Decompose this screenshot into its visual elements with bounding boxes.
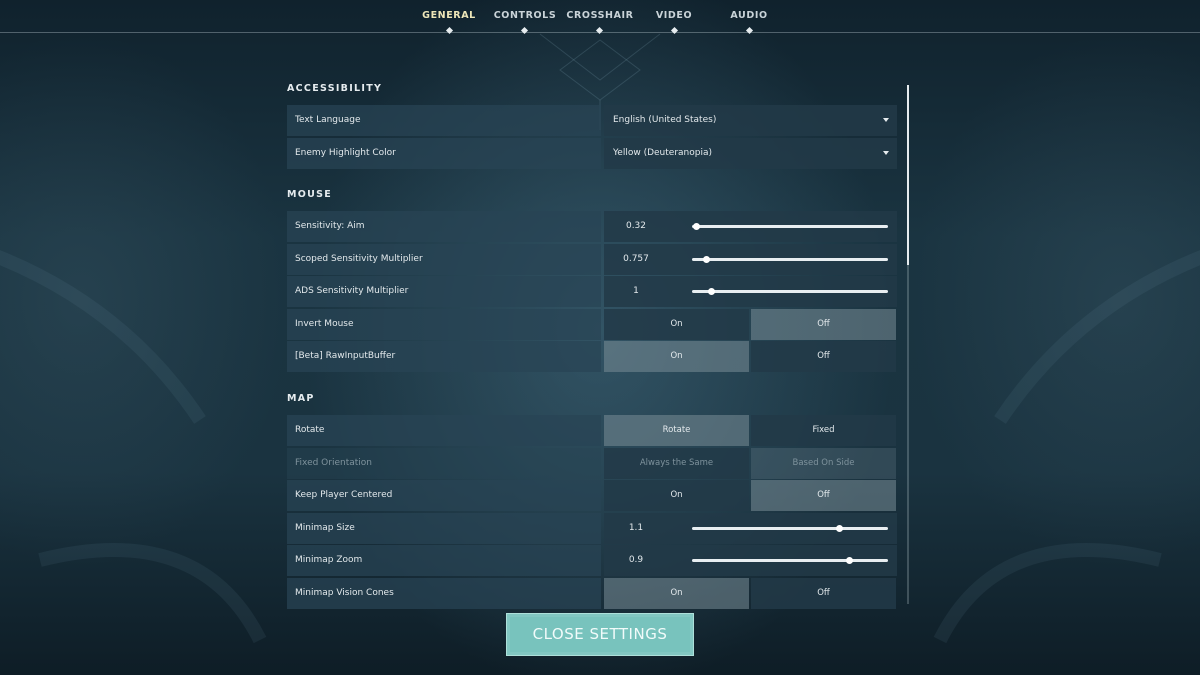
setting-row-text-language: Text Language English (United States) xyxy=(287,105,897,136)
invert-mouse-off-button[interactable]: Off xyxy=(751,309,896,340)
setting-row-sensitivity-aim: Sensitivity: Aim 0.32 xyxy=(287,211,897,242)
section-title-mouse: MOUSE xyxy=(287,189,333,200)
setting-row-raw-input-buffer: [Beta] RawInputBuffer On Off xyxy=(287,341,897,372)
setting-row-enemy-highlight-color: Enemy Highlight Color Yellow (Deuteranop… xyxy=(287,138,897,169)
setting-label: ADS Sensitivity Multiplier xyxy=(287,276,601,307)
setting-label: Minimap Vision Cones xyxy=(287,578,601,609)
ads-sensitivity-value[interactable]: 1 xyxy=(604,276,668,307)
keep-centered-off-button[interactable]: Off xyxy=(751,480,896,511)
setting-label: Fixed Orientation xyxy=(287,448,601,479)
setting-row-keep-player-centered: Keep Player Centered On Off xyxy=(287,480,897,511)
dropdown-value: English (United States) xyxy=(613,115,717,125)
keep-centered-on-button[interactable]: On xyxy=(604,480,749,511)
slider-thumb[interactable] xyxy=(692,223,700,230)
dropdown-value: Yellow (Deuteranopia) xyxy=(613,148,712,158)
setting-row-minimap-size: Minimap Size 1.1 xyxy=(287,513,897,544)
setting-label: [Beta] RawInputBuffer xyxy=(287,341,601,372)
section-title-accessibility: ACCESSIBILITY xyxy=(287,83,383,94)
scrollbar-thumb[interactable] xyxy=(907,85,909,265)
minimap-size-value[interactable]: 1.1 xyxy=(604,513,668,544)
vision-cones-off-button[interactable]: Off xyxy=(751,578,896,609)
setting-label: Minimap Zoom xyxy=(287,545,601,576)
settings-tab-bar: GENERAL CONTROLS CROSSHAIR VIDEO AUDIO xyxy=(0,0,1200,35)
scoped-sensitivity-value[interactable]: 0.757 xyxy=(604,244,668,275)
ads-sensitivity-slider[interactable] xyxy=(692,288,888,295)
setting-label: Sensitivity: Aim xyxy=(287,211,601,242)
invert-mouse-on-button[interactable]: On xyxy=(604,309,749,340)
setting-label: Text Language xyxy=(287,105,601,136)
setting-label: Minimap Size xyxy=(287,513,601,544)
fixed-orientation-always-same-button[interactable]: Always the Same xyxy=(604,448,749,479)
slider-thumb[interactable] xyxy=(707,288,715,295)
setting-row-minimap-zoom: Minimap Zoom 0.9 xyxy=(287,545,897,576)
sensitivity-aim-slider[interactable] xyxy=(692,223,888,230)
minimap-size-slider[interactable] xyxy=(692,525,888,532)
setting-label: Invert Mouse xyxy=(287,309,601,340)
close-settings-button[interactable]: CLOSE SETTINGS xyxy=(506,613,694,656)
setting-label: Rotate xyxy=(287,415,601,446)
setting-label: Enemy Highlight Color xyxy=(287,138,601,169)
slider-thumb[interactable] xyxy=(836,525,843,532)
vision-cones-on-button[interactable]: On xyxy=(604,578,749,609)
text-language-dropdown[interactable]: English (United States) xyxy=(604,105,897,136)
raw-input-off-button[interactable]: Off xyxy=(751,341,896,372)
setting-row-scoped-sensitivity: Scoped Sensitivity Multiplier 0.757 xyxy=(287,244,897,275)
sensitivity-aim-value[interactable]: 0.32 xyxy=(604,211,668,242)
setting-row-ads-sensitivity: ADS Sensitivity Multiplier 1 xyxy=(287,276,897,307)
tab-audio[interactable]: AUDIO xyxy=(704,10,794,21)
raw-input-on-button[interactable]: On xyxy=(604,341,749,372)
caret-down-icon xyxy=(883,151,889,155)
caret-down-icon xyxy=(883,118,889,122)
setting-label: Scoped Sensitivity Multiplier xyxy=(287,244,601,275)
minimap-zoom-value[interactable]: 0.9 xyxy=(604,545,668,576)
enemy-highlight-color-dropdown[interactable]: Yellow (Deuteranopia) xyxy=(604,138,897,169)
fixed-orientation-based-on-side-button[interactable]: Based On Side xyxy=(751,448,896,479)
slider-thumb[interactable] xyxy=(702,256,710,263)
minimap-zoom-slider[interactable] xyxy=(692,557,888,564)
section-title-map: MAP xyxy=(287,393,315,404)
slider-thumb[interactable] xyxy=(845,557,853,564)
rotate-rotate-button[interactable]: Rotate xyxy=(604,415,749,446)
rotate-fixed-button[interactable]: Fixed xyxy=(751,415,896,446)
setting-row-rotate: Rotate Rotate Fixed xyxy=(287,415,897,446)
settings-scrollbar[interactable] xyxy=(907,85,909,604)
setting-label: Keep Player Centered xyxy=(287,480,601,511)
setting-row-invert-mouse: Invert Mouse On Off xyxy=(287,309,897,340)
scoped-sensitivity-slider[interactable] xyxy=(692,256,888,263)
setting-row-minimap-vision-cones: Minimap Vision Cones On Off xyxy=(287,578,897,609)
setting-row-fixed-orientation: Fixed Orientation Always the Same Based … xyxy=(287,448,897,479)
